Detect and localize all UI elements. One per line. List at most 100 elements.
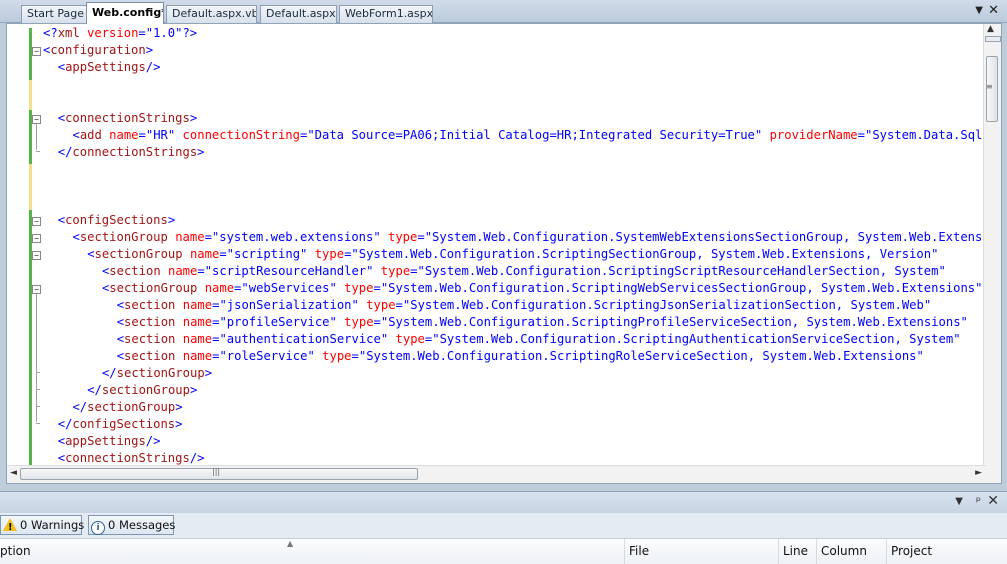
- code-token: configuration: [50, 43, 146, 57]
- code-token: <: [87, 247, 95, 261]
- column-column[interactable]: Column: [816, 539, 886, 564]
- code-token: >: [175, 400, 183, 414]
- code-token: "system.web.extensions": [211, 230, 381, 244]
- dropdown-arrow-icon[interactable]: ▼: [975, 5, 983, 16]
- code-line: <section name="profileService" type="Sys…: [117, 314, 968, 331]
- code-token: name: [197, 281, 235, 295]
- fold-guide: [36, 124, 37, 150]
- vertical-scrollbar[interactable]: ▲ ≡: [983, 24, 1001, 468]
- code-token: type: [373, 264, 411, 278]
- fold-end: [36, 151, 40, 152]
- code-token: sectionGroup: [87, 400, 176, 414]
- code-token: "System.Web.Configuration.ScriptingJsonS…: [402, 298, 932, 312]
- code-token: />: [145, 60, 161, 74]
- code-token: section: [124, 332, 176, 346]
- code-token: <: [57, 451, 66, 465]
- code-token: section: [124, 315, 176, 329]
- code-token: sectionGroup: [109, 281, 198, 295]
- messages-filter-button[interactable]: i0 Messages: [88, 515, 175, 535]
- code-token: type: [314, 349, 352, 363]
- fold-end: [36, 389, 40, 390]
- column-project[interactable]: Project: [886, 539, 1007, 564]
- sort-ascending-icon: ▲: [287, 539, 294, 548]
- pin-icon[interactable]: ᵖ: [976, 494, 981, 508]
- code-token: =: [197, 264, 205, 278]
- code-line: <appSettings/>: [58, 59, 161, 76]
- code-editor[interactable]: − − − − − − <?xml version="1.0"?> <config…: [6, 23, 1002, 484]
- document-tab-strip: Start Page Web.config* Default.aspx.vb D…: [0, 0, 1007, 24]
- code-line: </connectionStrings>: [58, 144, 205, 161]
- code-token: =: [373, 281, 381, 295]
- code-token: "System.Web.Configuration.ScriptingRoleS…: [358, 349, 924, 363]
- code-token: type: [358, 298, 396, 312]
- change-indicator-unsaved: [29, 164, 32, 210]
- code-token: <: [116, 332, 125, 346]
- code-token: >: [189, 111, 198, 125]
- collapse-icon[interactable]: −: [32, 251, 41, 260]
- column-description[interactable]: ption: [0, 539, 624, 564]
- code-token: >: [197, 145, 205, 159]
- error-list-toolbar: 0 Warnings i0 Messages: [0, 513, 1007, 538]
- code-token: name: [175, 298, 213, 312]
- tab-start-page[interactable]: Start Page: [21, 5, 89, 23]
- code-token: </: [57, 417, 73, 431]
- code-token: name: [167, 230, 205, 244]
- fold-guide: [36, 294, 37, 422]
- scroll-left-icon[interactable]: ◄: [10, 468, 17, 478]
- code-text-area[interactable]: <?xml version="1.0"?> <configuration> <app…: [43, 24, 983, 468]
- code-token: "roleService": [219, 349, 315, 363]
- tab-webform1-aspx[interactable]: WebForm1.aspx: [339, 5, 433, 23]
- collapse-icon[interactable]: −: [32, 115, 41, 124]
- code-token: "System.Web.Configuration.ScriptingProfi…: [380, 315, 968, 329]
- code-token: <: [57, 213, 66, 227]
- code-token: sectionGroup: [79, 230, 168, 244]
- error-list-title-bar: ▼ ᵖ ✕: [0, 491, 1007, 513]
- dropdown-arrow-icon[interactable]: ▼: [955, 496, 963, 507]
- warning-icon: [3, 518, 17, 537]
- collapse-icon[interactable]: −: [32, 47, 41, 56]
- code-token: type: [380, 230, 418, 244]
- code-token: "HR": [145, 128, 176, 142]
- code-token: name: [182, 247, 220, 261]
- code-line: </sectionGroup>: [87, 382, 197, 399]
- code-token: "scripting": [226, 247, 308, 261]
- column-file[interactable]: File: [624, 539, 778, 564]
- code-token: "profileService": [219, 315, 337, 329]
- column-line[interactable]: Line: [778, 539, 816, 564]
- code-token: name: [101, 128, 139, 142]
- code-token: =: [857, 128, 865, 142]
- collapse-icon[interactable]: −: [32, 234, 41, 243]
- tab-web-config[interactable]: Web.config*: [86, 2, 164, 24]
- code-line: <section name="roleService" type="System…: [117, 348, 924, 365]
- code-token: </: [57, 145, 73, 159]
- collapse-icon[interactable]: −: [32, 217, 41, 226]
- code-token: <: [57, 434, 66, 448]
- code-token: >: [189, 383, 198, 397]
- close-icon[interactable]: ✕: [987, 493, 999, 509]
- code-token: appSettings: [65, 60, 146, 74]
- change-indicator-unsaved: [29, 80, 32, 110]
- code-token: "scriptResourceHandler": [204, 264, 374, 278]
- info-icon: i: [91, 521, 105, 535]
- scroll-right-icon[interactable]: ►: [975, 468, 982, 478]
- collapse-icon[interactable]: −: [32, 285, 41, 294]
- code-token: >: [145, 43, 154, 57]
- tab-default-aspx[interactable]: Default.aspx: [260, 5, 337, 23]
- tab-default-aspx-vb[interactable]: Default.aspx.vb: [166, 5, 257, 23]
- horizontal-scrollbar[interactable]: ◄ ||| ►: [7, 465, 986, 483]
- close-icon[interactable]: ✕: [988, 3, 999, 18]
- code-line: </configSections>: [58, 416, 183, 433]
- code-token: <: [116, 315, 125, 329]
- code-token: <: [57, 60, 66, 74]
- scroll-corner: [984, 466, 1001, 483]
- code-token: type: [336, 315, 374, 329]
- warnings-filter-button[interactable]: 0 Warnings: [0, 515, 84, 537]
- code-token: <: [116, 298, 125, 312]
- code-token: name: [175, 315, 213, 329]
- code-token: sectionGroup: [101, 383, 190, 397]
- split-handle[interactable]: [985, 36, 1001, 42]
- code-token: </: [101, 366, 117, 380]
- scroll-up-icon[interactable]: ▲: [987, 24, 994, 34]
- code-token: >: [204, 366, 213, 380]
- code-token: =: [373, 315, 381, 329]
